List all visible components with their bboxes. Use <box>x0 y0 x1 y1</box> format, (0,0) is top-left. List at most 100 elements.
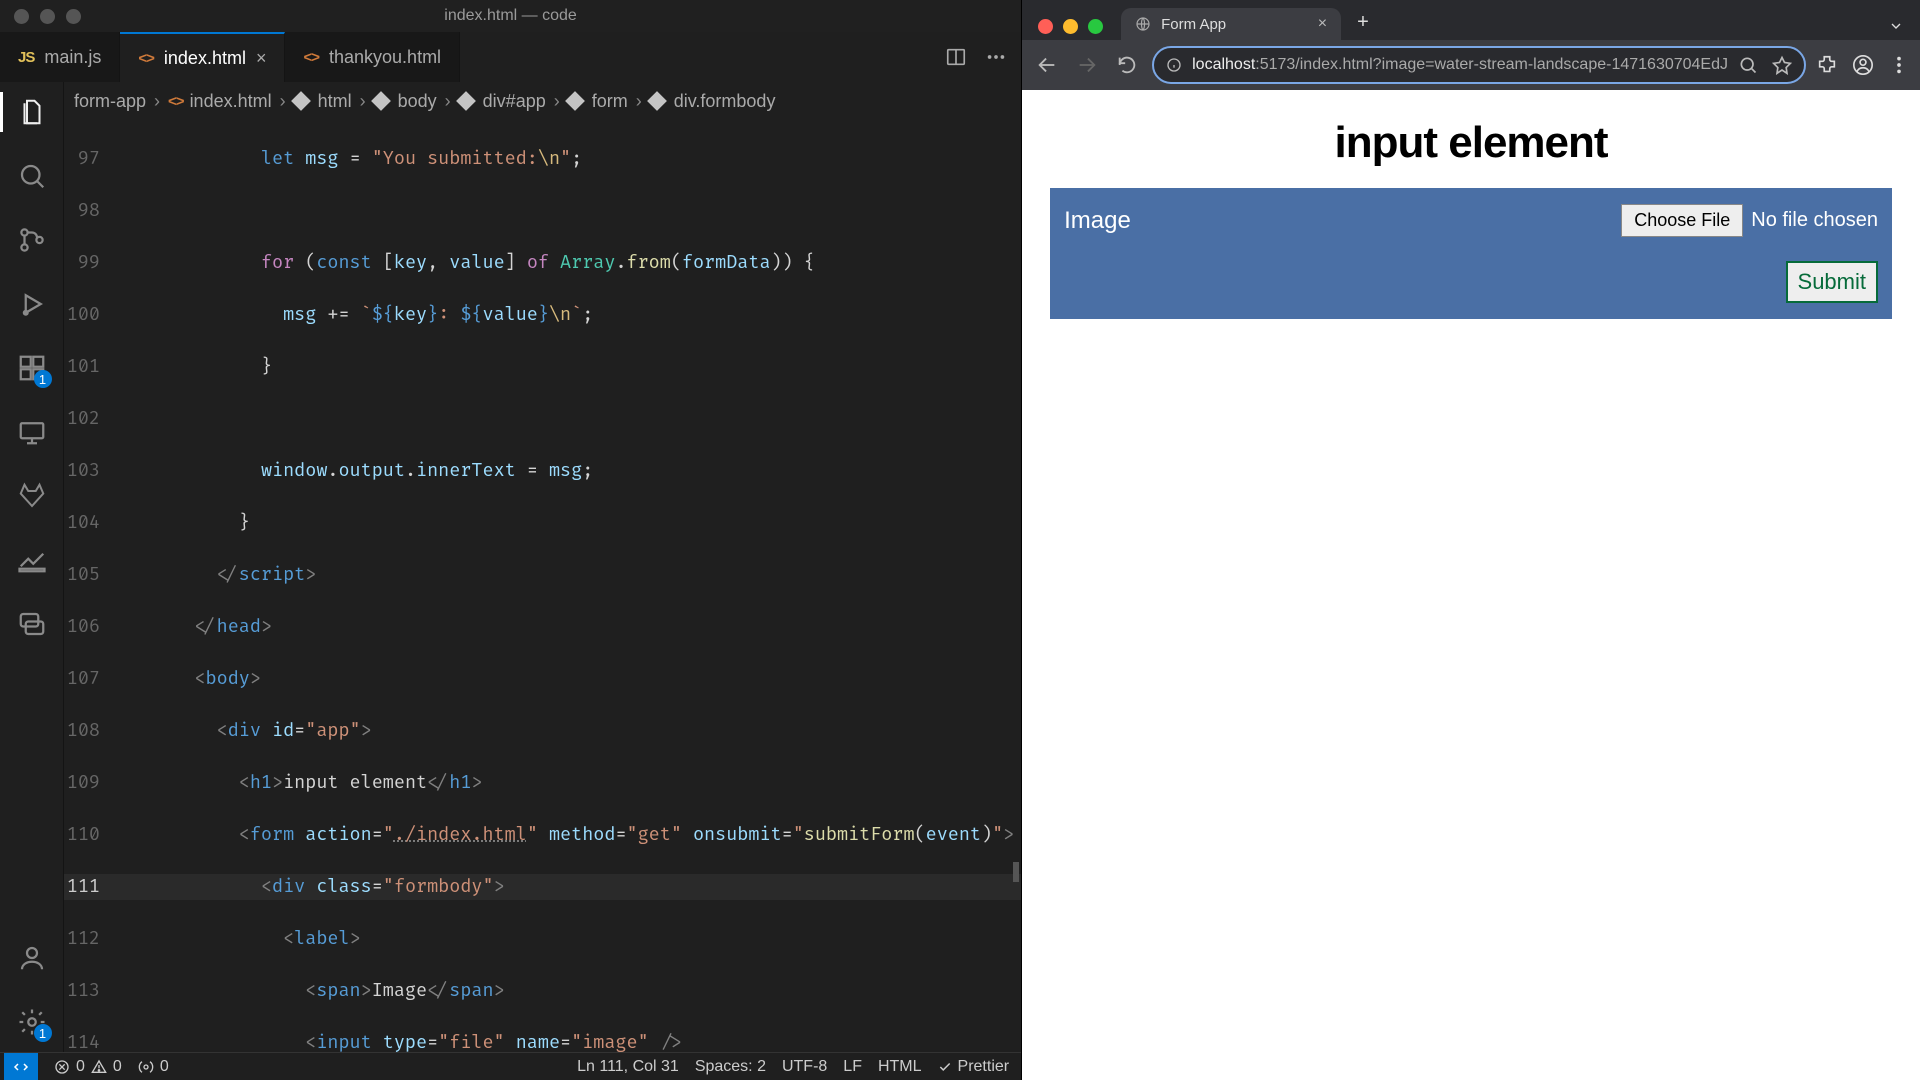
breadcrumb-item: <>index.html <box>168 91 272 112</box>
extensions-puzzle-icon[interactable] <box>1816 54 1838 76</box>
element-icon <box>565 91 585 111</box>
line-number: 100 <box>64 302 128 328</box>
eol-status[interactable]: LF <box>835 1058 870 1076</box>
nav-back-icon[interactable] <box>1032 50 1062 80</box>
prettier-status[interactable]: Prettier <box>930 1058 1018 1076</box>
tab-thankyou-html[interactable]: <> thankyou.html <box>285 32 460 82</box>
explorer-icon[interactable] <box>16 96 48 128</box>
line-number: 103 <box>64 458 128 484</box>
tab-label: index.html <box>164 48 246 69</box>
run-debug-icon[interactable] <box>16 288 48 320</box>
chevron-right-icon: › <box>150 91 164 112</box>
tab-title: Form App <box>1161 16 1226 33</box>
chevron-down-icon[interactable] <box>1880 18 1912 40</box>
ports-status[interactable]: 0 <box>130 1058 177 1076</box>
reload-icon[interactable] <box>1112 50 1142 80</box>
close-icon[interactable]: × <box>1318 15 1327 33</box>
globe-icon <box>1135 16 1151 32</box>
mac-traffic-lights <box>1030 19 1113 40</box>
more-actions-icon[interactable] <box>985 46 1007 68</box>
minimize-window-dot[interactable] <box>1063 19 1078 34</box>
choose-file-button[interactable]: Choose File <box>1621 204 1743 237</box>
page-title: input element <box>1050 118 1892 168</box>
line-number: 101 <box>64 354 128 380</box>
graph-icon[interactable] <box>16 544 48 576</box>
activity-bar: 1 1 <box>0 82 64 1052</box>
code-editor[interactable]: 97 let msg = "You submitted:\n"; 98 99 f… <box>64 120 1021 1052</box>
line-number: 111 <box>64 874 128 900</box>
tab-index-html[interactable]: <> index.html × <box>120 32 285 82</box>
search-icon[interactable] <box>16 160 48 192</box>
no-file-text: No file chosen <box>1751 209 1878 232</box>
browser-toolbar: localhost:5173/index.html?image=water-st… <box>1022 40 1920 90</box>
line-number: 99 <box>64 250 128 276</box>
comments-icon[interactable] <box>16 608 48 640</box>
indentation-status[interactable]: Spaces: 2 <box>687 1058 774 1076</box>
problems-status[interactable]: 0 0 <box>46 1058 130 1076</box>
line-number: 105 <box>64 562 128 588</box>
site-info-icon[interactable] <box>1166 57 1182 73</box>
remote-status-button[interactable] <box>4 1053 38 1080</box>
submit-button[interactable]: Submit <box>1786 261 1878 303</box>
browser-viewport: input element Image Choose File No file … <box>1022 90 1920 1080</box>
breadcrumb-item: form-app <box>74 91 146 112</box>
source-control-icon[interactable] <box>16 224 48 256</box>
split-editor-icon[interactable] <box>945 46 967 68</box>
status-bar: 0 0 0 Ln 111, Col 31 Spaces: 2 UTF-8 LF … <box>0 1052 1021 1080</box>
js-file-icon: JS <box>18 49 34 66</box>
breadcrumb-item: body <box>374 91 437 112</box>
html-file-icon: <> <box>168 93 184 110</box>
extensions-icon[interactable]: 1 <box>16 352 48 384</box>
line-number: 112 <box>64 926 128 952</box>
window-title: index.html — code <box>0 7 1021 25</box>
tab-actions <box>945 32 1021 82</box>
zoom-icon[interactable] <box>1738 55 1758 75</box>
address-bar[interactable]: localhost:5173/index.html?image=water-st… <box>1152 46 1806 84</box>
extensions-badge: 1 <box>34 370 52 388</box>
editor-main: form-app › <>index.html › html › body › … <box>64 82 1021 1052</box>
language-status[interactable]: HTML <box>870 1058 930 1076</box>
tab-label: main.js <box>44 47 101 68</box>
editor-tabs: JS main.js <> index.html × <> thankyou.h… <box>0 32 1021 82</box>
image-label[interactable]: Image <box>1064 207 1607 235</box>
line-number: 98 <box>64 198 128 224</box>
close-icon[interactable]: × <box>256 48 267 69</box>
line-number: 97 <box>64 146 128 172</box>
profile-avatar-icon[interactable] <box>1852 54 1874 76</box>
nav-forward-icon[interactable] <box>1072 50 1102 80</box>
html-file-icon: <> <box>138 50 154 67</box>
bookmark-star-icon[interactable] <box>1772 55 1792 75</box>
kebab-menu-icon[interactable] <box>1888 54 1910 76</box>
new-tab-icon[interactable]: + <box>1349 11 1377 40</box>
line-number: 106 <box>64 614 128 640</box>
breadcrumb-item: form <box>568 91 628 112</box>
line-number: 114 <box>64 1030 128 1052</box>
vscode-app: index.html — code JS main.js <> index.ht… <box>0 0 1021 1080</box>
chevron-right-icon: › <box>276 91 290 112</box>
browser-window: Form App × + localhost:5173/index.html?i… <box>1021 0 1920 1080</box>
label-text: Image <box>1064 207 1131 235</box>
breadcrumb-item: html <box>294 91 352 112</box>
fullscreen-window-dot[interactable] <box>1088 19 1103 34</box>
remote-explorer-icon[interactable] <box>16 416 48 448</box>
gear-icon[interactable]: 1 <box>16 1006 48 1038</box>
breadcrumbs[interactable]: form-app › <>index.html › html › body › … <box>64 82 1021 120</box>
html-file-icon: <> <box>303 49 319 66</box>
element-icon <box>291 91 311 111</box>
minimap-scroll-marker[interactable] <box>1013 862 1019 882</box>
encoding-status[interactable]: UTF-8 <box>774 1058 835 1076</box>
url-text: localhost:5173/index.html?image=water-st… <box>1192 56 1728 74</box>
file-input[interactable]: Choose File No file chosen <box>1621 204 1878 237</box>
cursor-position[interactable]: Ln 111, Col 31 <box>569 1058 687 1076</box>
line-number: 104 <box>64 510 128 536</box>
breadcrumb-item: div.formbody <box>650 91 776 112</box>
line-number: 102 <box>64 406 128 432</box>
close-window-dot[interactable] <box>1038 19 1053 34</box>
element-icon <box>647 91 667 111</box>
tanuki-icon[interactable] <box>16 480 48 512</box>
account-icon[interactable] <box>16 942 48 974</box>
chevron-right-icon: › <box>550 91 564 112</box>
browser-tab[interactable]: Form App × <box>1121 8 1341 40</box>
form-body: Image Choose File No file chosen Submit <box>1050 188 1892 319</box>
tab-main-js[interactable]: JS main.js <box>0 32 120 82</box>
